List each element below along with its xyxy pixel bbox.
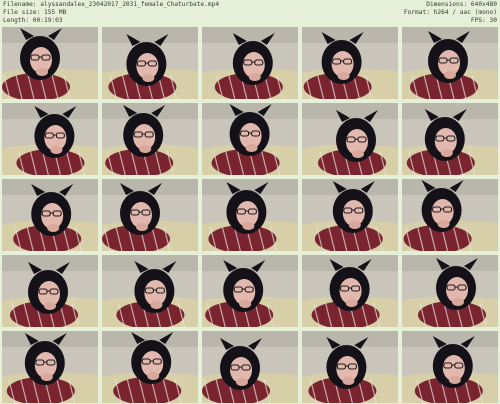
video-thumbnail bbox=[302, 255, 398, 327]
hand bbox=[452, 298, 464, 306]
thumbnail-frame bbox=[102, 103, 198, 175]
filename-text: Filename: alyssandalex_23042017_2031_fem… bbox=[3, 1, 220, 8]
wall-shade bbox=[102, 179, 198, 195]
hand bbox=[47, 224, 60, 232]
hand bbox=[242, 222, 255, 230]
video-thumbnail bbox=[402, 103, 498, 175]
video-info-header: Filename: alyssandalex_23042017_2031_fem… bbox=[0, 0, 500, 26]
contact-sheet: Filename: alyssandalex_23042017_2031_fem… bbox=[0, 0, 500, 403]
thumbnail-frame bbox=[402, 255, 498, 327]
thumbnail-frame bbox=[302, 103, 398, 175]
thumbnail-frame bbox=[202, 103, 298, 175]
thumbnail-frame bbox=[202, 331, 298, 403]
thumbnail-frame bbox=[102, 331, 198, 403]
wall-shade bbox=[2, 255, 98, 271]
hand bbox=[245, 144, 258, 152]
video-thumbnail bbox=[2, 27, 98, 99]
hand bbox=[36, 68, 48, 76]
hand bbox=[150, 301, 163, 309]
filesize-text: File size: 155 MB bbox=[3, 9, 67, 16]
hand bbox=[440, 149, 453, 157]
thumbnail-frame bbox=[202, 255, 298, 327]
thumbnail-frame bbox=[302, 27, 398, 99]
thumbnail-frame bbox=[402, 27, 498, 99]
video-thumbnail bbox=[102, 103, 198, 175]
thumbnail-frame bbox=[102, 179, 198, 251]
hand bbox=[437, 220, 450, 228]
dimensions-text: Dimensions: 640x480 bbox=[426, 1, 497, 8]
video-thumbnail bbox=[302, 179, 398, 251]
format-text: Format: h264 / aac (mono) bbox=[403, 9, 497, 16]
video-thumbnail bbox=[402, 255, 498, 327]
video-thumbnail bbox=[202, 179, 298, 251]
hand bbox=[345, 299, 358, 307]
video-thumbnail bbox=[302, 331, 398, 403]
hand bbox=[44, 302, 56, 310]
wall-shade bbox=[202, 331, 298, 347]
video-thumbnail bbox=[102, 179, 198, 251]
video-thumbnail bbox=[202, 103, 298, 175]
thumbnail-frame bbox=[2, 27, 98, 99]
thumbnail-grid bbox=[0, 26, 500, 404]
thumbnail-frame bbox=[402, 103, 498, 175]
hand bbox=[444, 71, 456, 79]
video-thumbnail bbox=[402, 27, 498, 99]
wall-shade bbox=[202, 255, 298, 271]
hand bbox=[139, 145, 152, 153]
thumbnail-frame bbox=[202, 27, 298, 99]
thumbnail-frame bbox=[302, 331, 398, 403]
hand bbox=[352, 150, 364, 158]
thumbnail-frame bbox=[302, 255, 398, 327]
thumbnail-frame bbox=[302, 179, 398, 251]
hand bbox=[239, 300, 252, 308]
wall-shade bbox=[102, 255, 198, 271]
video-thumbnail bbox=[302, 103, 398, 175]
hand bbox=[448, 376, 461, 384]
hand bbox=[136, 223, 148, 231]
length-text: Length: 00:19:03 bbox=[3, 17, 63, 24]
video-thumbnail bbox=[202, 331, 298, 403]
hand bbox=[248, 73, 261, 81]
thumbnail-frame bbox=[2, 331, 98, 403]
video-thumbnail bbox=[2, 103, 98, 175]
video-thumbnail bbox=[102, 331, 198, 403]
thumbnail-frame bbox=[402, 179, 498, 251]
wall-shade bbox=[402, 103, 498, 119]
wall-shade bbox=[302, 27, 398, 43]
video-thumbnail bbox=[402, 179, 498, 251]
thumbnail-frame bbox=[402, 331, 498, 403]
video-thumbnail bbox=[102, 255, 198, 327]
hand bbox=[147, 372, 160, 380]
thumbnail-frame bbox=[2, 255, 98, 327]
wall-shade bbox=[102, 27, 198, 43]
video-thumbnail bbox=[302, 27, 398, 99]
hand bbox=[348, 221, 361, 229]
thumbnail-frame bbox=[102, 255, 198, 327]
hand bbox=[337, 72, 350, 80]
thumbnail-frame bbox=[2, 179, 98, 251]
video-thumbnail bbox=[2, 255, 98, 327]
video-thumbnail bbox=[102, 27, 198, 99]
video-thumbnail bbox=[2, 179, 98, 251]
video-thumbnail bbox=[202, 27, 298, 99]
thumbnail-frame bbox=[202, 179, 298, 251]
fps-text: FPS: 30 bbox=[470, 17, 497, 24]
hand bbox=[236, 378, 248, 386]
video-thumbnail bbox=[2, 331, 98, 403]
video-thumbnail bbox=[402, 331, 498, 403]
hand bbox=[40, 373, 53, 381]
wall-shade bbox=[202, 27, 298, 43]
wall-shade bbox=[302, 331, 398, 347]
hand bbox=[342, 377, 355, 385]
thumbnail-frame bbox=[2, 103, 98, 175]
thumbnail-frame bbox=[102, 27, 198, 99]
video-thumbnail bbox=[202, 255, 298, 327]
wall-shade bbox=[302, 103, 398, 119]
hand bbox=[142, 74, 155, 82]
hand bbox=[50, 146, 63, 154]
